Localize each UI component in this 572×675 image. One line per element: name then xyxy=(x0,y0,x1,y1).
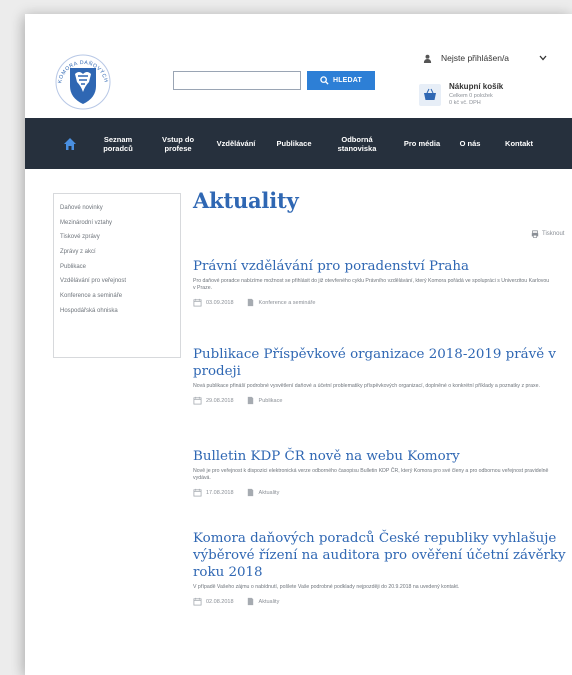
document-icon xyxy=(247,488,253,497)
article-category-label: Konference a semináře xyxy=(258,299,316,306)
sidebar: Daňové novinky Mezinárodní vztahy Tiskov… xyxy=(53,193,181,358)
cart-icon xyxy=(419,84,441,106)
calendar-icon xyxy=(193,396,202,405)
article-item: Komora daňových poradců České republiky … xyxy=(193,530,568,606)
search-button[interactable]: HLEDAT xyxy=(307,71,375,90)
calendar-icon xyxy=(193,488,202,497)
login-dropdown[interactable]: Nejste přihlášen/a xyxy=(423,50,568,66)
header: KOMORA DAŇOVÝCH PORADCŮ HLEDAT Nejste př… xyxy=(25,14,572,118)
calendar-icon xyxy=(193,597,202,606)
sidebar-item-hospodarska-ohniska[interactable]: Hospodářská ohniska xyxy=(60,304,180,319)
nav-item-odborna-stanoviska[interactable]: Odborná stanoviska xyxy=(329,118,385,169)
home-icon[interactable] xyxy=(63,137,77,151)
cart-title: Nákupní košík xyxy=(449,82,504,91)
article-date: 17.08.2018 xyxy=(206,489,234,496)
chevron-down-icon xyxy=(539,55,547,61)
nav-item-kontakt[interactable]: Kontakt xyxy=(495,118,543,169)
article-date: 03.09.2018 xyxy=(206,299,234,306)
article-category[interactable]: Aktuality xyxy=(246,488,280,497)
article-date: 02.08.2018 xyxy=(206,598,234,605)
search-input[interactable] xyxy=(173,71,301,90)
article-excerpt: Nová publikace přináší podrobné vysvětle… xyxy=(193,383,540,389)
article-meta: 17.08.2018 Aktuality xyxy=(193,488,568,497)
sidebar-item-konference-a-seminare[interactable]: Konference a semináře xyxy=(60,289,180,304)
page: KOMORA DAŇOVÝCH PORADCŮ HLEDAT Nejste př… xyxy=(25,14,572,675)
document-icon xyxy=(247,597,253,606)
komora-logo[interactable]: KOMORA DAŇOVÝCH PORADCŮ xyxy=(51,47,113,112)
article-category-label: Aktuality xyxy=(258,489,280,496)
cart-subtitle: Celkem 0 položek 0 kč vč. DPH xyxy=(449,93,493,107)
sidebar-item-vzdelavani-pro-verejnost[interactable]: Vzdělávání pro veřejnost xyxy=(60,274,180,289)
print-button[interactable]: Tisknout xyxy=(531,230,564,238)
nav-item-vzdelavani[interactable]: Vzdělávání xyxy=(211,118,261,169)
cart-item-count: Celkem 0 položek xyxy=(449,93,493,99)
cart-total: 0 kč vč. DPH xyxy=(449,100,481,106)
user-icon xyxy=(423,54,432,63)
nav-item-pro-media[interactable]: Pro média xyxy=(399,118,445,169)
sidebar-item-mezinarodni-vztahy[interactable]: Mezinárodní vztahy xyxy=(60,216,180,231)
document-icon xyxy=(247,298,253,307)
article-excerpt: Nově je pro veřejnost k dispozici elektr… xyxy=(193,468,549,481)
article-meta: 03.09.2018 Konference a semináře xyxy=(193,298,568,307)
login-label: Nejste přihlášen/a xyxy=(441,53,510,63)
sidebar-item-danove-novinky[interactable]: Daňové novinky xyxy=(60,201,180,216)
article-category[interactable]: Konference a semináře xyxy=(246,298,316,307)
article-meta: 02.08.2018 Aktuality xyxy=(193,597,568,606)
search-button-label: HLEDAT xyxy=(332,77,363,84)
nav-item-vstup-do-profese[interactable]: Vstup do profese xyxy=(153,118,203,169)
print-label: Tisknout xyxy=(542,231,565,237)
article-title[interactable]: Komora daňových poradců České republiky … xyxy=(193,530,568,581)
article-item: Právní vzdělávání pro poradenství Praha … xyxy=(193,258,568,307)
article-title[interactable]: Právní vzdělávání pro poradenství Praha xyxy=(193,258,568,275)
article-title[interactable]: Publikace Příspěvkové organizace 2018-20… xyxy=(193,346,568,380)
calendar-icon xyxy=(193,298,202,307)
article-excerpt: V případě Vašeho zájmu o nabídnutí, pošl… xyxy=(193,584,460,590)
shopping-cart[interactable]: Nákupní košík Celkem 0 položek 0 kč vč. … xyxy=(419,80,569,110)
article-title[interactable]: Bulletin KDP ČR nově na webu Komory xyxy=(193,448,568,465)
article-item: Publikace Příspěvkové organizace 2018-20… xyxy=(193,346,568,405)
nav-item-publikace[interactable]: Publikace xyxy=(271,118,317,169)
article-date: 29.08.2018 xyxy=(206,397,234,404)
article-category[interactable]: Aktuality xyxy=(246,597,280,606)
search-icon xyxy=(320,76,329,85)
page-title: Aktuality xyxy=(193,188,299,213)
logo-emblem-icon: KOMORA DAŇOVÝCH PORADCŮ xyxy=(51,47,111,110)
sidebar-item-zpravy-z-akci[interactable]: Zprávy z akcí xyxy=(60,245,180,260)
nav-item-seznam-poradcu[interactable]: Seznam poradců xyxy=(93,118,143,169)
nav-item-o-nas[interactable]: O nás xyxy=(453,118,487,169)
sidebar-item-publikace[interactable]: Publikace xyxy=(60,260,180,275)
document-icon xyxy=(247,396,253,405)
article-category-label: Publikace xyxy=(258,397,283,404)
article-excerpt: Pro daňové poradce nabízíme možnost se p… xyxy=(193,278,550,291)
article-category-label: Aktuality xyxy=(258,598,280,605)
main-nav: Seznam poradců Vstup do profese Vzdělává… xyxy=(25,118,572,169)
printer-icon xyxy=(531,230,539,238)
sidebar-item-tiskove-zpravy[interactable]: Tiskové zprávy xyxy=(60,230,180,245)
article-meta: 29.08.2018 Publikace xyxy=(193,396,568,405)
article-category[interactable]: Publikace xyxy=(246,396,283,405)
article-item: Bulletin KDP ČR nově na webu Komory Nově… xyxy=(193,448,568,497)
